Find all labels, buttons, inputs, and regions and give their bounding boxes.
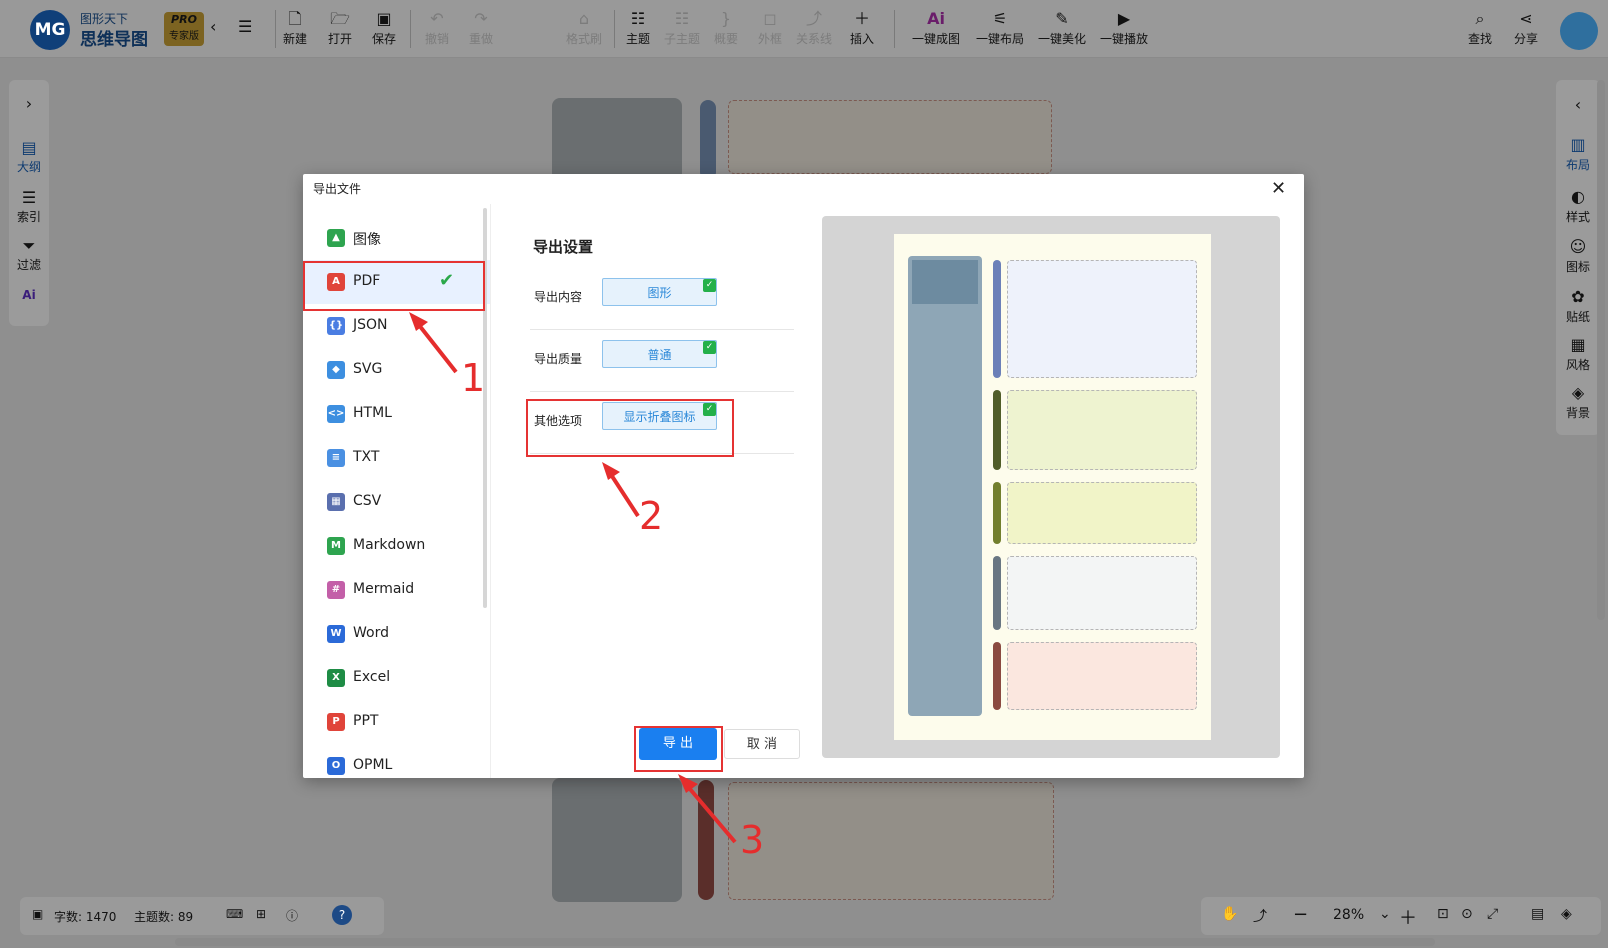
annotation-number-2: 2	[639, 494, 664, 538]
annotation-number-3: 3	[740, 818, 765, 862]
annotation-arrows	[409, 312, 737, 844]
annotation-number-1: 1	[461, 356, 486, 400]
